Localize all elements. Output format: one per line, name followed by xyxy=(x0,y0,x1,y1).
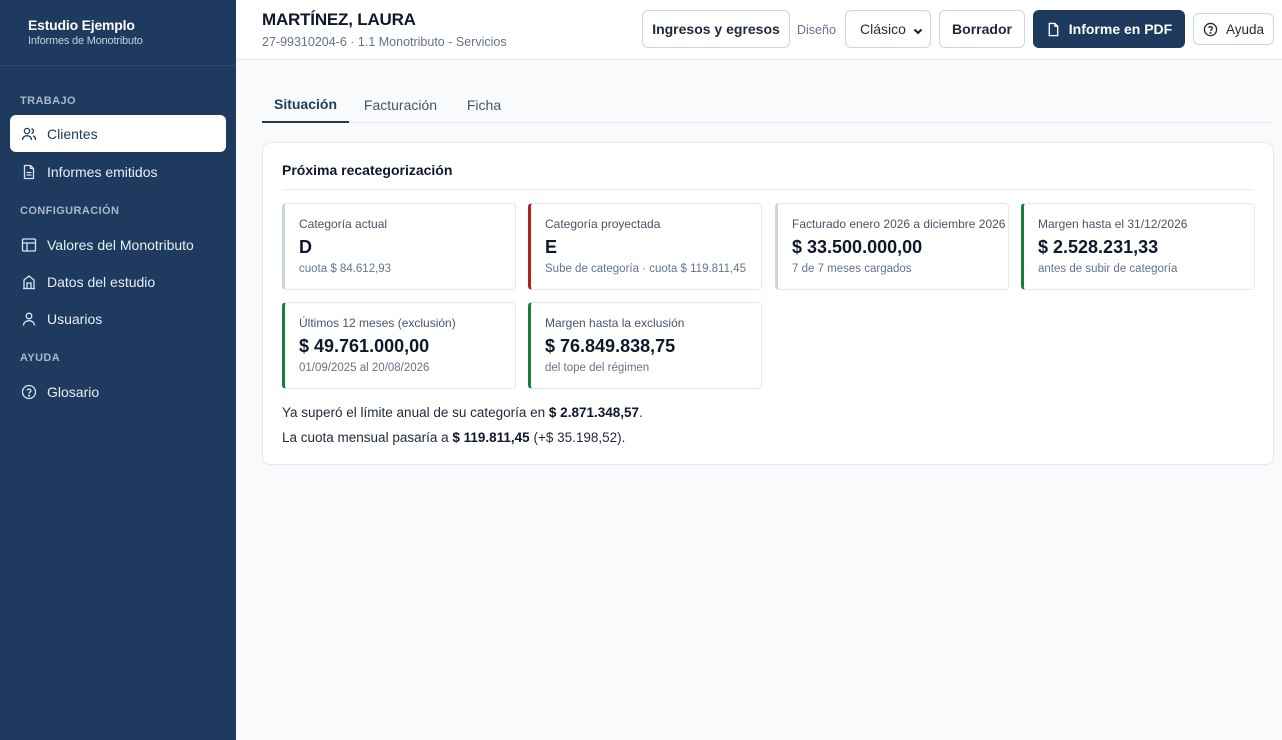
file-icon xyxy=(1046,22,1061,37)
card-facturado: Facturado enero 2026 a diciembre 2026 $ … xyxy=(775,203,1009,290)
brand: Estudio Ejemplo Informes de Monotributo xyxy=(0,0,236,66)
card-value: $ 33.500.000,00 xyxy=(792,237,923,257)
card-categoria-actual: Categoría actual D cuota $ 84.612,93 xyxy=(282,203,516,290)
card-label: Margen hasta la exclusión xyxy=(545,316,685,330)
ayuda-button[interactable]: Ayuda xyxy=(1193,13,1274,45)
panel-title: Próxima recategorización xyxy=(282,162,453,178)
client-name: MARTÍNEZ, LAURA xyxy=(262,10,416,29)
tabs: Situación Facturación Ficha xyxy=(262,86,1272,123)
card-label: Categoría actual xyxy=(299,217,388,231)
document-icon xyxy=(21,164,37,180)
sidebar-item-label: Informes emitidos xyxy=(47,163,158,180)
cuota-message-suffix: (+$ 35.198,52). xyxy=(529,430,626,445)
card-value: E xyxy=(545,237,558,257)
ingresos-egresos-button[interactable]: Ingresos y egresos xyxy=(642,10,790,48)
client-meta: 27-99310204-6 · 1.1 Monotributo - Servic… xyxy=(262,35,507,49)
help-circle-icon xyxy=(1203,22,1218,37)
cuota-message-prefix: La cuota mensual pasaría a xyxy=(282,430,453,445)
diseno-label: Diseño xyxy=(797,23,836,37)
card-value: $ 2.528.231,33 xyxy=(1038,237,1159,257)
card-value: $ 76.849.838,75 xyxy=(545,336,676,356)
card-categoria-proyectada: Categoría proyectada E Sube de categoría… xyxy=(528,203,762,290)
card-label: Margen hasta el 31/12/2026 xyxy=(1038,217,1188,231)
cuota-message-amount: $ 119.811,45 xyxy=(452,430,530,445)
card-label: Últimos 12 meses (exclusión) xyxy=(299,316,456,330)
section-label-configuracion: CONFIGURACIÓN xyxy=(20,205,120,217)
card-margen-anual: Margen hasta el 31/12/2026 $ 2.528.231,3… xyxy=(1021,203,1255,290)
diseno-select[interactable]: Clásico xyxy=(845,10,931,48)
card-sub: 7 de 7 meses cargados xyxy=(792,263,912,275)
brand-subtitle: Informes de Monotributo xyxy=(28,35,143,47)
sidebar: Estudio Ejemplo Informes de Monotributo … xyxy=(0,0,236,740)
sidebar-item-datos[interactable]: Datos del estudio xyxy=(10,263,226,300)
card-sub: antes de subir de categoría xyxy=(1038,263,1178,275)
card-ultimos-12-meses: Últimos 12 meses (exclusión) $ 49.761.00… xyxy=(282,302,516,389)
tab-situacion[interactable]: Situación xyxy=(262,86,349,123)
brand-name: Estudio Ejemplo xyxy=(28,17,135,33)
chevron-down-icon xyxy=(912,24,924,40)
card-label: Categoría proyectada xyxy=(545,217,661,231)
limite-message-prefix: Ya superó el límite anual de su categorí… xyxy=(282,405,549,420)
card-margen-exclusion: Margen hasta la exclusión $ 76.849.838,7… xyxy=(528,302,762,389)
cuota-message: La cuota mensual pasaría a $ 119.811,45 … xyxy=(282,430,625,445)
sidebar-item-label: Datos del estudio xyxy=(47,273,156,290)
card-label: Facturado enero 2026 a diciembre 2026 xyxy=(792,217,1006,231)
tab-ficha[interactable]: Ficha xyxy=(458,86,510,123)
sidebar-item-glosario[interactable]: Glosario xyxy=(10,373,226,410)
table-icon xyxy=(21,237,37,253)
sidebar-item-usuarios[interactable]: Usuarios xyxy=(10,300,226,337)
diseno-selected-value: Clásico xyxy=(860,21,906,37)
informe-pdf-button[interactable]: Informe en PDF xyxy=(1033,10,1185,48)
tab-facturacion[interactable]: Facturación xyxy=(356,86,445,123)
topbar: MARTÍNEZ, LAURA 27-99310204-6 · 1.1 Mono… xyxy=(236,0,1282,60)
help-circle-icon xyxy=(21,384,37,400)
card-value: $ 49.761.000,00 xyxy=(299,336,430,356)
sidebar-item-label: Clientes xyxy=(47,125,98,142)
card-sub: Sube de categoría · cuota $ 119.811,45 xyxy=(545,263,746,275)
building-icon xyxy=(21,274,37,290)
sidebar-item-label: Usuarios xyxy=(47,310,103,327)
users-icon xyxy=(21,126,37,142)
ayuda-label: Ayuda xyxy=(1225,21,1265,37)
panel-divider xyxy=(282,189,1254,190)
limite-message: Ya superó el límite anual de su categorí… xyxy=(282,405,643,420)
section-label-ayuda: AYUDA xyxy=(20,352,61,364)
section-label-trabajo: TRABAJO xyxy=(20,95,76,107)
card-sub: cuota $ 84.612,93 xyxy=(299,263,392,275)
sidebar-item-valores[interactable]: Valores del Monotributo xyxy=(10,226,226,263)
sidebar-item-informes[interactable]: Informes emitidos xyxy=(10,153,226,190)
card-sub: 01/09/2025 al 20/08/2026 xyxy=(299,362,430,374)
limite-message-suffix: . xyxy=(639,405,643,420)
recategorizacion-panel: Próxima recategorización Categoría actua… xyxy=(262,142,1274,465)
card-value: D xyxy=(299,237,312,257)
card-sub: del tope del régimen xyxy=(545,362,650,374)
user-icon xyxy=(21,311,37,327)
borrador-button[interactable]: Borrador xyxy=(939,10,1025,48)
sidebar-item-clientes[interactable]: Clientes xyxy=(10,115,226,152)
sidebar-item-label: Valores del Monotributo xyxy=(47,236,194,253)
limite-message-amount: $ 2.871.348,57 xyxy=(548,405,640,420)
informe-pdf-label: Informe en PDF xyxy=(1068,21,1173,37)
sidebar-item-label: Glosario xyxy=(47,383,100,400)
